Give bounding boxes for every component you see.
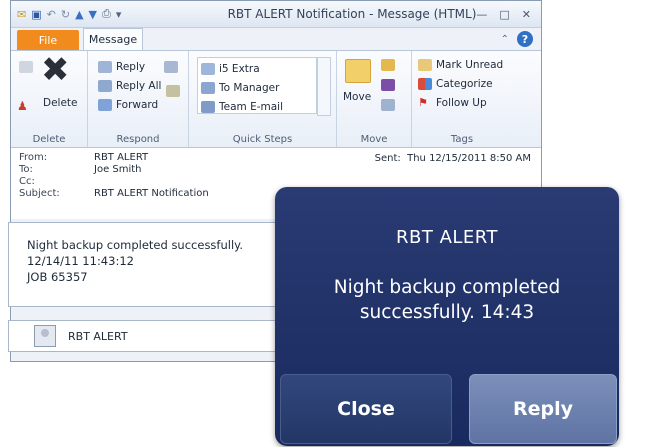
quick-step-icon	[201, 81, 215, 94]
respond-group: Reply Reply All Forward Respond	[88, 51, 189, 147]
from-value[interactable]: RBT ALERT	[94, 152, 148, 164]
maximize-icon[interactable]: □	[499, 8, 509, 21]
save-icon[interactable]: ▣	[31, 8, 41, 21]
from-label: From:	[19, 152, 48, 163]
reply-button-popup[interactable]: Reply	[469, 374, 617, 444]
tab-message[interactable]: Message	[83, 28, 143, 50]
ribbon-tabs: File Message ⌃ ?	[11, 28, 541, 50]
forward-button[interactable]: Forward	[98, 95, 188, 114]
envelope-icon	[418, 58, 432, 71]
quick-steps-scroll[interactable]	[317, 57, 331, 116]
onenote-icon[interactable]	[381, 79, 395, 91]
popup-message: Night backup completed successfully. 14:…	[333, 277, 561, 323]
people-pane-name[interactable]: RBT ALERT	[68, 330, 128, 343]
ignore-icon[interactable]	[19, 61, 33, 73]
subject-value: RBT ALERT Notification	[94, 188, 209, 199]
subject-label: Subject:	[19, 188, 60, 199]
quick-access-toolbar: ✉ ▣ ↶ ↻ ▲ ▼ ⎙ ▾	[11, 7, 214, 21]
popup-title: RBT ALERT	[396, 227, 498, 248]
avatar[interactable]	[34, 325, 56, 347]
up-arrow-icon[interactable]: ▲	[75, 8, 83, 21]
more-respond-icon[interactable]	[166, 85, 180, 97]
categorize-button[interactable]: Categorize	[418, 74, 512, 93]
mail-icon[interactable]: ✉	[17, 8, 26, 21]
title-bar: ✉ ▣ ↶ ↻ ▲ ▼ ⎙ ▾ RBT ALERT Notification -…	[11, 1, 541, 28]
tab-file[interactable]: File	[17, 30, 79, 50]
alert-notification-popup: RBT ALERT Night backup completed success…	[275, 187, 619, 446]
respond-group-label: Respond	[116, 134, 160, 145]
forward-icon	[98, 98, 112, 111]
quick-step-team-email[interactable]: Team E-mail	[201, 97, 316, 116]
category-icon	[418, 77, 432, 90]
tags-group-label: Tags	[450, 134, 474, 145]
quick-step-i5-extra[interactable]: i5 Extra	[201, 59, 316, 78]
move-button[interactable]: Move	[343, 91, 371, 103]
delete-x-icon[interactable]: ✖	[41, 53, 70, 87]
close-window-icon[interactable]: ✕	[522, 8, 531, 21]
quick-step-icon	[201, 100, 215, 113]
mark-unread-button[interactable]: Mark Unread	[418, 55, 512, 74]
minimize-icon[interactable]: —	[476, 8, 487, 21]
redo-icon[interactable]: ↻	[61, 8, 70, 21]
to-value[interactable]: Joe Smith	[94, 164, 142, 176]
undo-icon[interactable]: ↶	[47, 8, 56, 21]
actions-icon[interactable]	[381, 99, 395, 111]
window-title: RBT ALERT Notification - Message (HTML)	[227, 7, 477, 21]
move-group-label: Move	[360, 134, 388, 145]
quick-steps-group-label: Quick Steps	[232, 134, 293, 145]
delete-button[interactable]: Delete	[43, 97, 78, 109]
collapse-ribbon-icon[interactable]: ⌃	[501, 34, 509, 45]
flag-icon: ⚑	[418, 96, 428, 109]
help-icon[interactable]: ?	[517, 31, 533, 47]
junk-icon[interactable]: ♟	[17, 99, 28, 113]
customize-toolbar-icon[interactable]: ▾	[116, 8, 122, 21]
cc-label: Cc:	[19, 176, 35, 187]
sent-timestamp: Sent: Thu 12/15/2011 8:50 AM	[374, 153, 531, 164]
quick-step-to-manager[interactable]: To Manager	[201, 78, 316, 97]
follow-up-button[interactable]: ⚑ Follow Up	[418, 93, 512, 112]
move-folder-icon[interactable]	[345, 59, 371, 83]
quick-steps-group: i5 Extra To Manager Team E-mail Quick St…	[189, 51, 337, 147]
quick-step-icon	[201, 62, 215, 75]
close-button[interactable]: Close	[280, 374, 452, 444]
meeting-icon[interactable]	[164, 61, 178, 73]
tags-group: Mark Unread Categorize ⚑ Follow Up Tags	[412, 51, 512, 147]
ribbon: ✖ ♟ Delete Delete Reply Reply All Forwar…	[11, 50, 541, 148]
to-label: To:	[19, 164, 33, 175]
rules-icon[interactable]	[381, 59, 395, 71]
reply-icon	[98, 60, 112, 73]
move-group: Move Move	[337, 51, 412, 147]
print-icon[interactable]: ⎙	[102, 7, 111, 21]
down-arrow-icon[interactable]: ▼	[89, 8, 97, 21]
delete-group-label: Delete	[32, 134, 66, 145]
reply-all-icon	[98, 79, 112, 92]
delete-group: ✖ ♟ Delete Delete	[11, 51, 88, 147]
